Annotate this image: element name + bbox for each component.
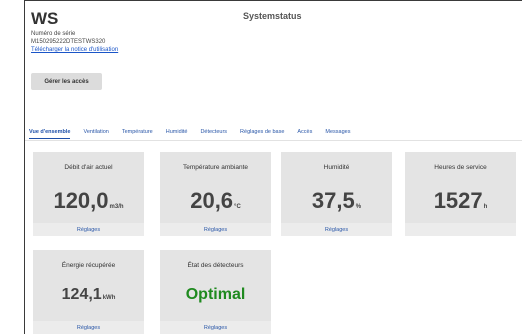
main-frame: WS Systemstatus Numéro de série M1502952… [24,0,522,334]
temperature-unit: °C [234,204,241,210]
detector-settings-link[interactable]: Réglages [160,325,271,331]
temperature-settings-link[interactable]: Réglages [160,227,271,233]
download-manual-link[interactable]: Télécharger la notice d'utilisation [31,47,118,53]
airflow-value: 120,0m3/h [33,188,144,214]
tab-overview[interactable]: Vue d'ensemble [29,127,71,139]
airflow-settings-link[interactable]: Réglages [33,227,144,233]
serial-number-value: M150295222DTESTWS320 [31,39,106,45]
manage-access-button[interactable]: Gérer les accès [31,73,102,90]
energy-unit: kWh [102,295,116,301]
humidity-settings-link[interactable]: Réglages [281,227,392,233]
tab-access[interactable]: Accès [297,127,312,139]
detector-status-title: État des détecteurs [187,262,244,269]
temperature-number: 20,6 [190,188,234,213]
tab-ventilation[interactable]: Ventilation [83,127,108,139]
energy-value: 124,1kWh [33,286,144,304]
card-detector-status: État des détecteurs Optimal Réglages [160,250,271,334]
tab-temperature[interactable]: Température [122,127,153,139]
tab-messages[interactable]: Messages [325,127,350,139]
tab-bar: Vue d'ensemble Ventilation Température H… [29,127,363,139]
device-name: WS [31,9,59,28]
service-hours-value: 1527h [405,188,516,214]
energy-settings-link[interactable]: Réglages [33,325,144,331]
serial-number-label: Numéro de série [31,31,76,37]
tab-humidity[interactable]: Humidité [166,127,188,139]
energy-title: Énergie récupérée [61,262,116,269]
humidity-title: Humidité [323,164,350,171]
card-humidity: Humidité 37,5% Réglages [281,152,392,236]
energy-number: 124,1 [61,286,102,303]
page-title: Systemstatus [243,11,302,21]
temperature-title: Température ambiante [182,164,249,171]
card-service-hours: Heures de service 1527h [405,152,516,236]
humidity-value: 37,5% [281,188,392,214]
tab-detectors[interactable]: Détecteurs [200,127,227,139]
airflow-unit: m3/h [109,204,124,210]
service-hours-title: Heures de service [434,164,487,171]
temperature-value: 20,6°C [160,188,271,214]
detector-status-value: Optimal [160,286,271,304]
detector-status-text: Optimal [185,286,246,303]
humidity-number: 37,5 [311,188,355,213]
service-hours-number: 1527 [433,188,483,213]
humidity-unit: % [355,204,362,210]
card-temperature: Température ambiante 20,6°C Réglages [160,152,271,236]
service-hours-unit: h [483,204,488,210]
card-airflow: Débit d'air actuel 120,0m3/h Réglages [33,152,144,236]
tab-basic-settings[interactable]: Réglages de base [240,127,284,139]
airflow-number: 120,0 [53,188,109,213]
tabs-divider [25,140,522,141]
card-energy-recovered: Énergie récupérée 124,1kWh Réglages [33,250,144,334]
airflow-title: Débit d'air actuel [64,164,113,171]
